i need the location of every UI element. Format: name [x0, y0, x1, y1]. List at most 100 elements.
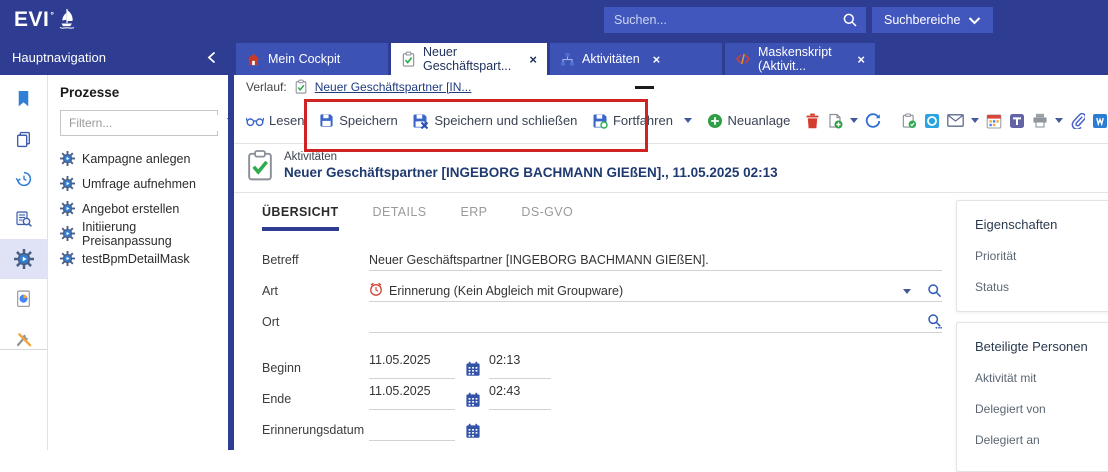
attachment-button[interactable] [1070, 113, 1085, 129]
beginn-time-input[interactable]: 02:13 [489, 353, 551, 379]
magnifier-icon[interactable] [927, 283, 942, 298]
mail-icon [947, 114, 964, 127]
continue-dropdown-caret[interactable] [684, 118, 692, 123]
erinnerungsdatum-input[interactable] [369, 415, 455, 441]
field-label: Ende [262, 392, 369, 410]
rail-history[interactable] [0, 159, 47, 199]
teams-button[interactable] [1009, 113, 1025, 129]
calendar-field-icon[interactable] [465, 423, 481, 439]
properties-panel: Eigenschaften Priorität Status [956, 200, 1108, 312]
record-type: Aktivitäten [284, 151, 778, 163]
history-link[interactable]: Neuer Geschäftspartner [IN... [315, 80, 472, 94]
field-label: Art [262, 284, 369, 302]
process-gear-icon [60, 251, 75, 266]
read-label: Lesen [269, 113, 304, 128]
tab-neuer-geschaeftspartner[interactable]: Neuer Geschäftspart... × [391, 43, 547, 75]
tools-icon [15, 330, 33, 348]
ende-time-input[interactable]: 02:43 [489, 384, 551, 410]
sailboat-icon [57, 8, 77, 30]
tab-label: Mein Cockpit [268, 52, 340, 66]
ort-input[interactable] [369, 307, 942, 333]
process-item-umfrage[interactable]: Umfrage aufnehmen [60, 171, 218, 196]
process-item-angebot[interactable]: Angebot erstellen [60, 196, 218, 221]
tab-strip: Mein Cockpit Neuer Geschäftspart... × Ak… [236, 43, 875, 75]
save-icon [319, 113, 334, 128]
print-dropdown-caret[interactable] [1055, 118, 1063, 123]
record-header-divider [234, 192, 1108, 193]
new-document-button[interactable] [827, 113, 843, 129]
field-status[interactable]: Status [975, 280, 1108, 294]
form-tab-dsgvo[interactable]: DS-GVO [521, 205, 573, 231]
beginn-date-input[interactable]: 11.05.2025 [369, 353, 455, 379]
process-item-testbpm[interactable]: testBpmDetailMask [60, 246, 218, 271]
chevron-down-icon [968, 16, 981, 25]
task-check-icon [901, 113, 917, 129]
field-prioritaet[interactable]: Priorität [975, 249, 1108, 263]
form-tab-details[interactable]: DETAILS [373, 205, 427, 231]
calendar-button[interactable] [986, 113, 1002, 129]
read-button[interactable]: Lesen [246, 113, 304, 128]
save-and-close-button[interactable]: Speichern und schließen [412, 113, 577, 129]
clipboard-check-icon [401, 51, 416, 67]
field-label: Betreff [262, 253, 369, 271]
email-button[interactable] [947, 114, 964, 127]
delete-button[interactable] [805, 113, 820, 129]
betreff-input[interactable]: Neuer Geschäftspartner [INGEBORG BACHMAN… [369, 245, 942, 271]
outlook-button[interactable] [924, 113, 940, 129]
refresh-button[interactable] [865, 113, 881, 129]
new-record-label: Neuanlage [728, 113, 791, 128]
bookmark-icon [15, 90, 32, 108]
form-tab-uebersicht[interactable]: ÜBERSICHT [262, 205, 339, 231]
process-item-initiierung[interactable]: Initiierung Preisanpassung [60, 221, 218, 246]
clipboard-check-icon [294, 79, 308, 94]
field-delegiert-von[interactable]: Delegiert von [975, 402, 1108, 416]
close-icon[interactable]: × [529, 52, 537, 67]
close-icon[interactable]: × [653, 52, 661, 67]
tab-mein-cockpit[interactable]: Mein Cockpit [236, 43, 388, 75]
magnifier-ellipsis-icon[interactable] [927, 313, 942, 329]
calendar-field-icon[interactable] [465, 392, 481, 408]
art-dropdown-caret[interactable] [903, 289, 911, 294]
history-icon [15, 170, 33, 188]
field-aktivitaet-mit[interactable]: Aktivität mit [975, 371, 1108, 385]
tab-maskenskript[interactable]: Maskenskript (Aktivit... × [725, 43, 875, 75]
rail-divider [0, 349, 47, 350]
calendar-field-icon[interactable] [465, 361, 481, 377]
rail-bookmarks[interactable] [0, 79, 47, 119]
list-search-icon [15, 210, 33, 228]
save-button[interactable]: Speichern [319, 113, 398, 128]
process-item-label: testBpmDetailMask [82, 252, 190, 266]
continue-button[interactable]: Fortfahren [592, 113, 673, 129]
rail-pages[interactable] [0, 119, 47, 159]
collapse-chevron-icon[interactable] [207, 51, 216, 64]
email-dropdown-caret[interactable] [971, 118, 979, 123]
rail-tools[interactable] [0, 319, 47, 359]
rail-list-search[interactable] [0, 199, 47, 239]
word-export-button[interactable] [1092, 113, 1108, 129]
new-document-dropdown-caret[interactable] [850, 118, 858, 123]
tab-label: Neuer Geschäftspart... [423, 45, 516, 73]
rail-processes[interactable] [0, 239, 47, 279]
collapse-dash[interactable] [635, 86, 654, 89]
ende-date-input[interactable]: 11.05.2025 [369, 384, 455, 410]
refresh-icon [865, 113, 881, 129]
search-icon[interactable] [842, 12, 858, 28]
form-tab-erp[interactable]: ERP [461, 205, 488, 231]
task-complete-button[interactable] [901, 113, 917, 129]
field-delegiert-an[interactable]: Delegiert an [975, 433, 1108, 447]
print-button[interactable] [1032, 113, 1048, 128]
new-record-button[interactable]: Neuanlage [707, 113, 791, 129]
tab-aktivitaeten[interactable]: Aktivitäten × [550, 43, 722, 75]
search-scopes-label: Suchbereiche [884, 13, 960, 27]
search-input[interactable] [612, 12, 842, 28]
process-item-kampagne[interactable]: Kampagne anlegen [60, 146, 218, 171]
history-bar: Verlauf: Neuer Geschäftspartner [IN... [234, 75, 1108, 98]
filter-input[interactable] [67, 115, 226, 131]
art-select[interactable]: Erinnerung (Kein Abgleich mit Groupware) [369, 276, 942, 302]
global-search [604, 7, 866, 33]
rail-reports[interactable] [0, 279, 47, 319]
close-icon[interactable]: × [857, 52, 865, 67]
save-continue-icon [592, 113, 608, 129]
search-scopes-button[interactable]: Suchbereiche [872, 7, 993, 33]
process-gear-icon [14, 249, 34, 269]
